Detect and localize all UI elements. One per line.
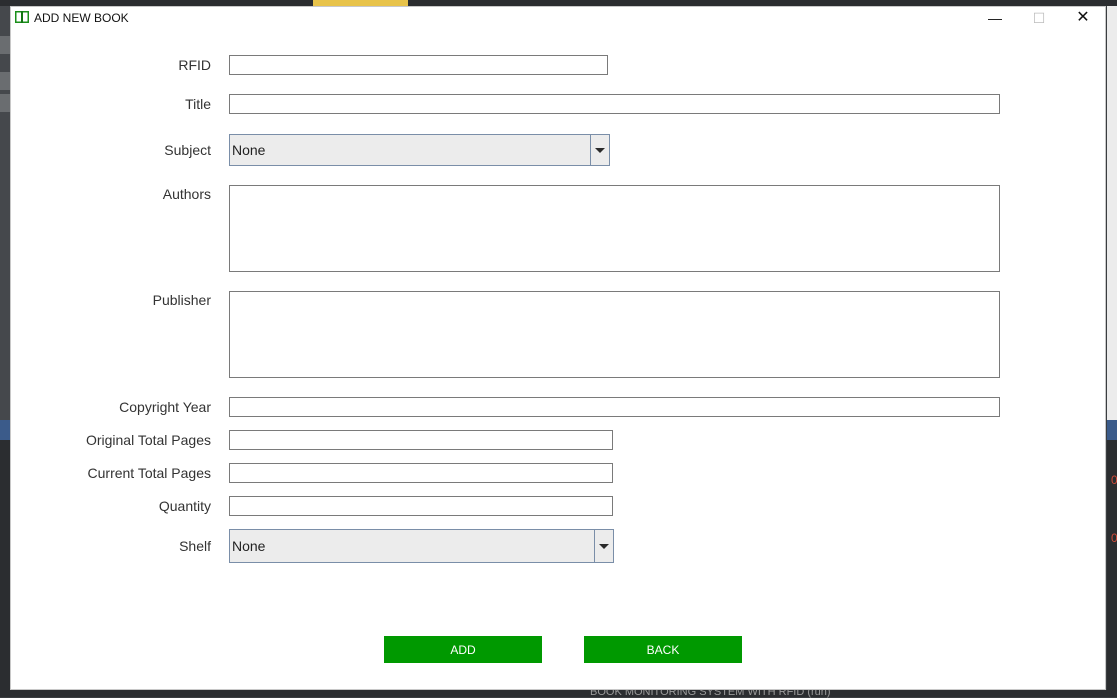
title-label: Title	[185, 96, 211, 112]
close-button[interactable]: ✕	[1061, 7, 1105, 29]
rfid-label: RFID	[178, 57, 211, 73]
authors-label: Authors	[162, 186, 211, 202]
maximize-button[interactable]: ☐	[1017, 7, 1061, 29]
add-new-book-dialog: ADD NEW BOOK — ☐ ✕ RFID Title Subject No…	[10, 6, 1106, 690]
title-bar[interactable]: ADD NEW BOOK — ☐ ✕	[11, 7, 1105, 29]
window-title: ADD NEW BOOK	[34, 11, 129, 25]
copyright-year-label: Copyright Year	[119, 399, 211, 415]
current-total-pages-label: Current Total Pages	[87, 465, 211, 481]
quantity-input[interactable]	[229, 496, 613, 516]
shelf-dropdown-button[interactable]	[594, 530, 613, 562]
background-red-mark: 0	[1111, 531, 1117, 545]
authors-textarea[interactable]	[229, 185, 1000, 272]
shelf-dropdown[interactable]: None	[229, 529, 614, 563]
shelf-label: Shelf	[179, 538, 211, 554]
chevron-down-icon	[599, 544, 609, 549]
copyright-year-input[interactable]	[229, 397, 1000, 417]
back-button[interactable]: BACK	[584, 636, 742, 663]
background-right-console	[1107, 420, 1117, 696]
background-left-bar	[0, 420, 10, 440]
background-status-bar: BOOK MONITORING SYSTEM WITH RFID (run)	[0, 686, 1117, 698]
subject-selected-value: None	[232, 142, 266, 158]
add-button[interactable]: ADD	[384, 636, 542, 663]
chevron-down-icon	[595, 148, 605, 153]
shelf-selected-value: None	[232, 538, 266, 554]
background-right-bar	[1107, 420, 1117, 440]
rfid-input[interactable]	[229, 55, 608, 75]
book-icon	[15, 11, 29, 23]
minimize-button[interactable]: —	[973, 7, 1017, 29]
subject-label: Subject	[164, 142, 211, 158]
original-total-pages-label: Original Total Pages	[85, 432, 211, 448]
background-red-mark: 0	[1111, 473, 1117, 487]
background-left-console	[0, 440, 10, 696]
subject-dropdown-button[interactable]	[590, 135, 609, 165]
publisher-label: Publisher	[152, 292, 211, 308]
current-total-pages-input[interactable]	[229, 463, 613, 483]
subject-dropdown[interactable]: None	[229, 134, 610, 166]
publisher-textarea[interactable]	[229, 291, 1000, 378]
original-total-pages-input[interactable]	[229, 430, 613, 450]
title-input[interactable]	[229, 94, 1000, 114]
quantity-label: Quantity	[158, 498, 211, 514]
